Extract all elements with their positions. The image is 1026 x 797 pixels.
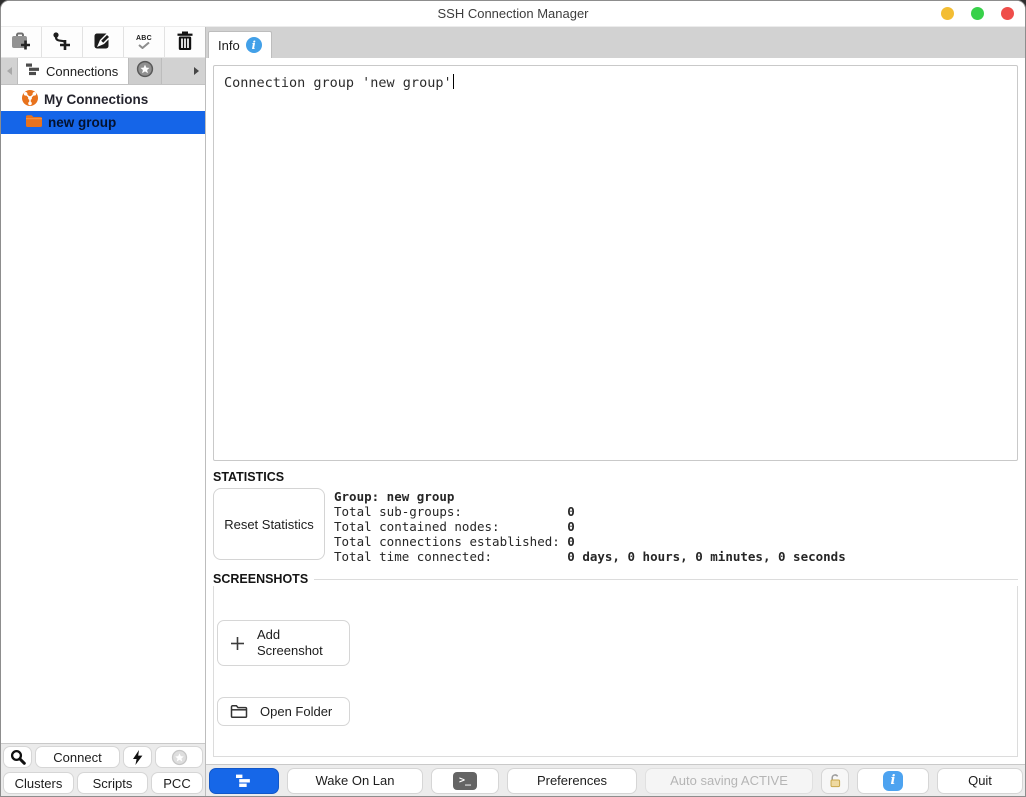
spellcheck-icon: ABC <box>136 35 152 49</box>
quick-connect-button[interactable] <box>123 746 152 768</box>
stat-line: Total time connected:0 days, 0 hours, 0 … <box>334 549 846 564</box>
editor-text: Connection group 'new group' <box>224 75 452 91</box>
spellcheck-button[interactable]: ABC <box>124 27 165 57</box>
screenshots-frame: Add Screenshot Open Folder <box>213 586 1018 757</box>
tab-favorites[interactable] <box>129 58 162 84</box>
statistics-text: Group: new group Total sub-groups:0 Tota… <box>334 488 846 564</box>
unlock-icon <box>828 773 842 788</box>
trash-icon <box>176 31 194 54</box>
app-window: SSH Connection Manager <box>0 0 1026 797</box>
chevron-right-icon <box>193 66 201 76</box>
info-icon: i <box>246 37 262 53</box>
tree-item-label: new group <box>48 115 116 130</box>
minimize-button[interactable] <box>941 7 954 20</box>
auto-saving-label: Auto saving ACTIVE <box>670 773 788 788</box>
add-screenshot-button[interactable]: Add Screenshot <box>217 620 350 666</box>
terminal-icon: >_ <box>453 772 477 790</box>
sidebar: ABC Connections <box>1 27 206 796</box>
search-icon <box>10 749 26 765</box>
local-terminal-button[interactable]: >_ <box>431 768 499 794</box>
add-screenshot-label: Add Screenshot <box>257 627 333 659</box>
add-group-button[interactable] <box>1 27 42 57</box>
wake-on-lan-label: Wake On Lan <box>315 773 394 788</box>
main-tabstrip: Info i <box>206 27 1025 58</box>
quit-label: Quit <box>968 773 992 788</box>
legend-rule <box>314 579 1018 580</box>
preferences-button[interactable]: Preferences <box>507 768 637 794</box>
connect-label: Connect <box>53 750 101 765</box>
reset-statistics-button[interactable]: Reset Statistics <box>213 488 325 560</box>
toggle-tree-button[interactable] <box>209 768 279 794</box>
stat-group-line: Group: new group <box>334 489 846 504</box>
tabs-scroll-left-button[interactable] <box>1 58 17 84</box>
add-connection-icon <box>51 31 73 54</box>
edit-button[interactable] <box>83 27 124 57</box>
add-group-icon <box>10 31 32 54</box>
tab-info[interactable]: Info i <box>208 31 272 58</box>
statistics-section: STATISTICS Reset Statistics Group: new g… <box>213 470 1018 564</box>
tab-connections-label: Connections <box>46 64 118 79</box>
screenshots-section: SCREENSHOTS Add Screenshot Open Folder <box>213 572 1018 757</box>
sidebar-tabs-row: Clusters Scripts PCC <box>1 770 205 796</box>
window-controls <box>941 7 1014 20</box>
tree-icon <box>26 63 41 79</box>
tabs-scroll-right-button[interactable] <box>189 58 205 84</box>
sidebar-toolbar: ABC <box>1 27 205 58</box>
add-connection-button[interactable] <box>42 27 83 57</box>
tree-item-my-connections[interactable]: My Connections <box>1 88 205 111</box>
tree-item-new-group[interactable]: new group <box>1 111 205 134</box>
chevron-left-icon <box>5 66 13 76</box>
sidebar-footer: Connect Clusters Scripts PCC <box>1 743 205 796</box>
folder-icon <box>25 114 43 131</box>
close-button[interactable] <box>1001 7 1014 20</box>
lightning-icon <box>132 750 143 765</box>
open-folder-icon <box>230 704 248 719</box>
text-cursor <box>453 74 455 89</box>
tab-info-label: Info <box>218 38 240 53</box>
info-editor[interactable]: Connection group 'new group' <box>213 65 1018 461</box>
wake-on-lan-button[interactable]: Wake On Lan <box>287 768 423 794</box>
star-circle-icon <box>171 749 188 766</box>
tab-scripts[interactable]: Scripts <box>77 772 148 794</box>
open-folder-label: Open Folder <box>260 704 332 719</box>
edit-icon <box>93 31 113 54</box>
tab-pcc-label: PCC <box>163 776 190 791</box>
connections-tree: My Connections new group <box>1 85 205 743</box>
window-title: SSH Connection Manager <box>437 6 588 21</box>
open-folder-button[interactable]: Open Folder <box>217 697 350 726</box>
search-button[interactable] <box>3 746 32 768</box>
quit-button[interactable]: Quit <box>937 768 1023 794</box>
tab-scripts-label: Scripts <box>93 776 133 791</box>
stat-line: Total connections established:0 <box>334 534 846 549</box>
main-panel: Info i Connection group 'new group' STAT… <box>206 27 1025 796</box>
connect-button[interactable]: Connect <box>35 746 120 768</box>
plus-icon <box>230 636 245 651</box>
tab-clusters-label: Clusters <box>15 776 63 791</box>
sidebar-action-row: Connect <box>1 744 205 770</box>
unlock-button[interactable] <box>821 768 849 794</box>
about-button[interactable]: i <box>857 768 929 794</box>
network-icon <box>21 89 39 110</box>
screenshots-title: SCREENSHOTS <box>213 572 308 586</box>
stat-line: Total contained nodes:0 <box>334 519 846 534</box>
favorite-button-disabled <box>155 746 203 768</box>
tab-connections[interactable]: Connections <box>17 58 129 84</box>
star-circle-icon <box>136 60 154 83</box>
info-panel: Connection group 'new group' STATISTICS … <box>206 58 1025 764</box>
stat-line: Total sub-groups:0 <box>334 504 846 519</box>
title-bar: SSH Connection Manager <box>1 1 1025 27</box>
tree-item-label: My Connections <box>44 92 148 107</box>
auto-saving-button-disabled: Auto saving ACTIVE <box>645 768 813 794</box>
bottom-bar: Wake On Lan >_ Preferences Auto saving A… <box>206 764 1025 796</box>
statistics-title: STATISTICS <box>213 470 1018 484</box>
tabstrip-spacer <box>162 58 189 84</box>
delete-button[interactable] <box>165 27 205 57</box>
info-icon: i <box>883 771 903 791</box>
maximize-button[interactable] <box>971 7 984 20</box>
sidebar-tabstrip: Connections <box>1 58 205 85</box>
tree-icon-white <box>236 774 252 788</box>
preferences-label: Preferences <box>537 773 607 788</box>
tab-pcc[interactable]: PCC <box>151 772 203 794</box>
tab-clusters[interactable]: Clusters <box>3 772 74 794</box>
